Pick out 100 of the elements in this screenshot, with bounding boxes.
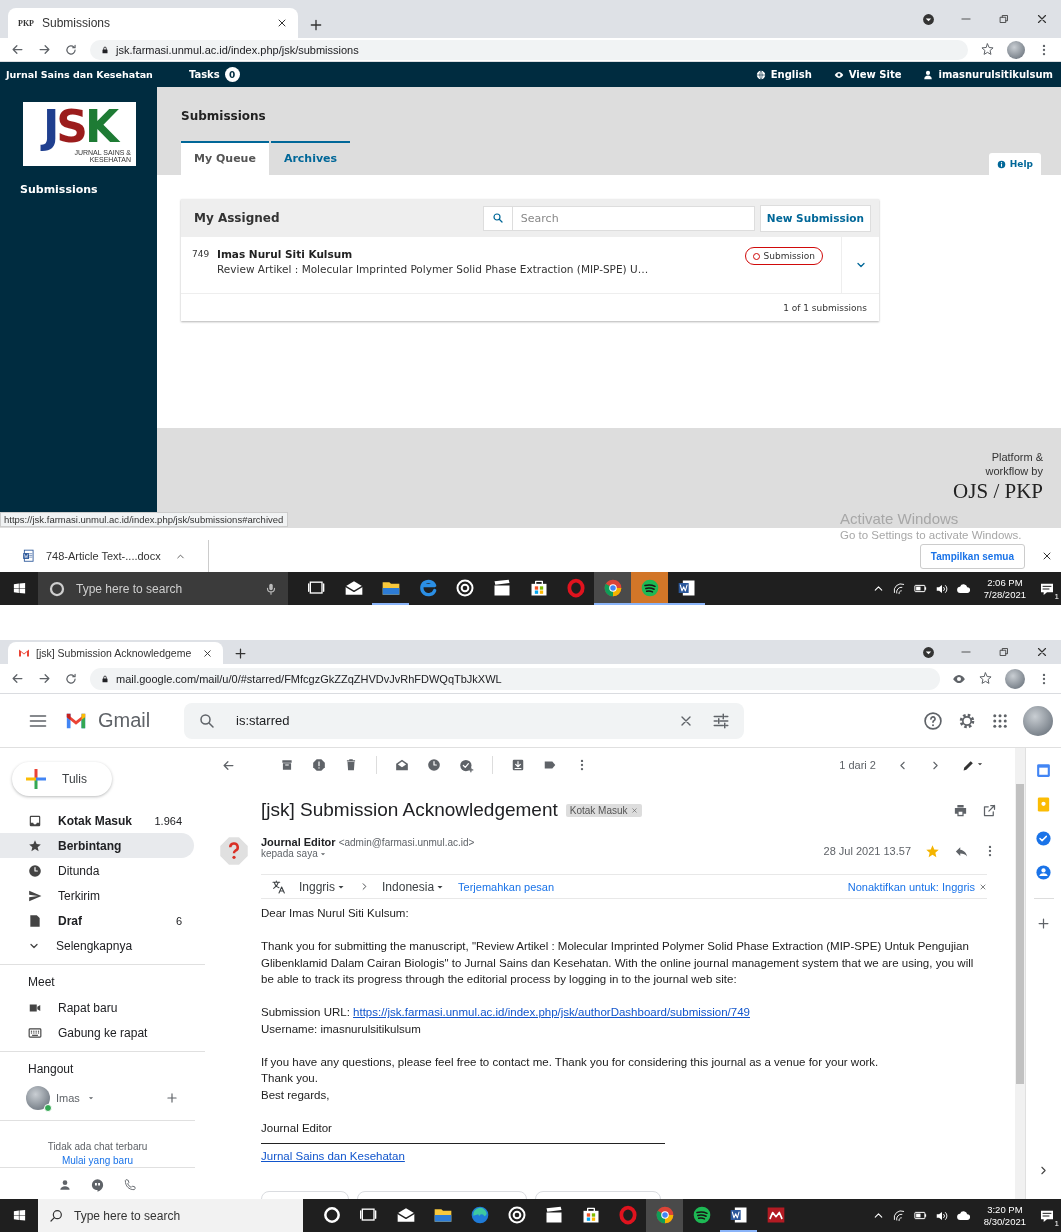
spam-icon[interactable] <box>312 758 326 772</box>
cloud-icon[interactable] <box>955 1208 971 1223</box>
profile-badge-icon[interactable] <box>922 645 935 659</box>
close-icon[interactable] <box>1035 645 1049 659</box>
user-name[interactable]: Imas <box>56 1092 80 1104</box>
site-name[interactable]: Jurnal Sains dan Kesehatan <box>0 67 161 82</box>
close-icon[interactable] <box>276 17 288 29</box>
wifi-icon[interactable] <box>891 581 906 596</box>
folder-item[interactable]: Kotak Masuk 1.964 <box>0 808 194 833</box>
person-icon[interactable] <box>58 1178 72 1192</box>
close-icon[interactable] <box>202 647 213 659</box>
tab[interactable]: My Queue <box>181 141 269 175</box>
contact-icon[interactable] <box>1035 864 1052 881</box>
help-icon[interactable] <box>923 710 943 731</box>
app-name[interactable]: Gmail <box>98 709 178 732</box>
header-link[interactable]: View Site <box>833 69 902 80</box>
search-bar[interactable]: is:starred <box>184 702 744 739</box>
sidebar-item[interactable]: Submissions <box>0 166 157 196</box>
new-tab-icon[interactable] <box>308 17 324 33</box>
start-chat-link[interactable]: Mulai yang baru <box>61 1155 134 1166</box>
star-icon[interactable] <box>978 671 993 686</box>
source-language-dropdown[interactable]: Inggris <box>299 879 348 894</box>
taskbar-search-field[interactable]: Type here to search <box>38 572 288 605</box>
platform-logo[interactable]: OJS / PKP <box>953 479 1043 504</box>
address-bar[interactable]: mail.google.com/mail/u/0/#starred/FMfcgzGkZZqZHVDvJvRhFDWQqTbJkXWL <box>90 667 940 690</box>
new-submission-button[interactable]: New Submission <box>759 204 871 232</box>
folder-item[interactable]: Selengkapnya <box>0 933 194 958</box>
delete-icon[interactable] <box>344 758 358 772</box>
header-link[interactable]: imasnurulsitikulsum <box>923 69 1053 80</box>
calendar-icon[interactable] <box>1035 762 1052 779</box>
star-icon[interactable] <box>925 843 940 859</box>
label-chip[interactable]: Kotak Masuk <box>565 803 642 817</box>
recipient-text[interactable]: kepada saya <box>261 848 318 859</box>
show-all-button[interactable]: Tampilkan semua <box>919 543 1025 569</box>
header-link[interactable]: English <box>755 69 812 80</box>
profile-avatar[interactable] <box>1005 668 1025 689</box>
close-icon[interactable] <box>1035 12 1049 26</box>
target-language-dropdown[interactable]: Indonesia <box>382 879 447 894</box>
disable-translation-link[interactable]: Nonaktifkan untuk: Inggris <box>847 880 975 893</box>
inbox-icon <box>28 813 42 828</box>
filter-icon[interactable] <box>712 711 730 730</box>
translate-link[interactable]: Terjemahkan pesan <box>458 880 555 893</box>
scrollbar-thumb[interactable] <box>1016 784 1024 1084</box>
reload-icon[interactable] <box>64 42 78 57</box>
open-in-new-icon[interactable] <box>982 802 997 818</box>
star-icon[interactable] <box>980 42 995 57</box>
folder-item[interactable]: Terkirim <box>0 883 194 908</box>
back-icon[interactable] <box>10 671 25 686</box>
taskbar-clock[interactable]: 3:20 PM 8/30/2021 <box>977 1203 1032 1228</box>
restore-icon[interactable] <box>997 12 1011 26</box>
search-button[interactable] <box>482 205 513 231</box>
page-title: Submissions <box>181 109 267 123</box>
folder-item[interactable]: Draf 6 <box>0 908 194 933</box>
cloud-icon[interactable] <box>955 581 971 596</box>
chat-bubble-icon[interactable] <box>90 1178 105 1193</box>
account-avatar[interactable] <box>1023 705 1053 736</box>
restore-icon[interactable] <box>997 645 1011 659</box>
search-field[interactable]: Search <box>512 205 755 231</box>
submission-title[interactable]: Review Artikel : Molecular Imprinted Polymer Solid Phase Extraction (MIP-SPE) U… <box>217 263 739 275</box>
search-field[interactable]: is:starred <box>234 712 660 729</box>
archive-icon[interactable] <box>280 758 294 772</box>
address-bar[interactable]: jsk.farmasi.unmul.ac.id/index.php/jsk/submissions <box>90 39 968 60</box>
wifi-icon[interactable] <box>891 1208 906 1223</box>
meet-item[interactable]: Gabung ke rapat <box>0 1020 194 1045</box>
close-icon <box>630 806 638 814</box>
apps-icon[interactable] <box>991 711 1009 730</box>
taskbar-clock[interactable]: 2:06 PM 7/28/2021 <box>977 576 1032 601</box>
forward-icon[interactable] <box>37 42 52 57</box>
back-icon[interactable] <box>10 42 25 57</box>
folder-item[interactable]: Berbintang <box>0 833 194 858</box>
phone-icon[interactable] <box>123 1178 137 1192</box>
search-icon <box>48 1207 64 1224</box>
signature-link[interactable]: Jurnal Sains dan Kesehatan <box>261 1150 405 1162</box>
check-circle-icon[interactable] <box>1035 830 1052 847</box>
profile-avatar[interactable] <box>1007 40 1025 59</box>
profile-badge-icon[interactable] <box>922 12 935 26</box>
print-icon[interactable] <box>953 802 968 818</box>
move-to-icon[interactable] <box>511 758 525 772</box>
user-avatar[interactable] <box>26 1086 50 1110</box>
browser-tab[interactable]: PKP Submissions <box>8 8 298 38</box>
envelope-icon[interactable] <box>395 758 409 772</box>
tasks-link[interactable]: Tasks <box>188 69 220 80</box>
browser-tab[interactable]: [jsk] Submission Acknowledgeme <box>8 642 223 664</box>
pen-icon[interactable] <box>962 758 975 772</box>
taskbar-search-field[interactable]: Type here to search <box>38 1199 303 1232</box>
close-icon[interactable] <box>1041 550 1053 562</box>
folder-item[interactable]: Ditunda <box>0 858 194 883</box>
meet-item[interactable]: Rapat baru <box>0 995 194 1020</box>
submission-link[interactable]: https://jsk.farmasi.unmul.ac.id/index.php/jsk/authorDashboard/submission/749 <box>353 1006 750 1018</box>
submission-author[interactable]: Imas Nurul Siti Kulsum <box>217 248 739 260</box>
clock-icon[interactable] <box>427 758 441 772</box>
compose-button[interactable]: Tulis <box>12 762 112 796</box>
plus-icon[interactable] <box>165 1091 179 1105</box>
plus-icon[interactable] <box>1036 916 1051 931</box>
help-button[interactable]: Help <box>988 153 1041 175</box>
taskbar-button[interactable] <box>631 572 668 605</box>
forward-icon[interactable] <box>37 671 52 686</box>
reload-icon[interactable] <box>64 671 78 686</box>
add-task-icon[interactable] <box>459 757 474 773</box>
new-tab-icon[interactable] <box>233 646 248 661</box>
